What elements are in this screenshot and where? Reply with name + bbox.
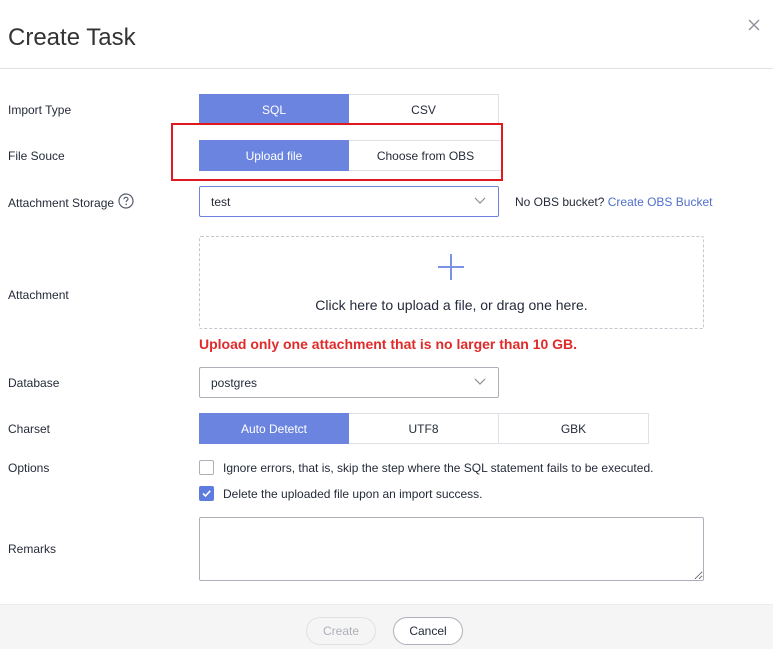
ignore-errors-checkbox[interactable] (199, 460, 214, 475)
charset-selector: Auto Detetct UTF8 GBK (199, 413, 649, 444)
close-icon[interactable] (745, 16, 763, 34)
options-label: Options (8, 461, 50, 475)
chevron-down-icon (474, 378, 486, 385)
database-value: postgres (211, 375, 258, 390)
delete-uploaded-file-text: Delete the uploaded file upon an import … (223, 486, 483, 501)
delete-uploaded-file-checkbox[interactable] (199, 486, 214, 501)
charset-utf8-option[interactable]: UTF8 (349, 413, 499, 444)
import-type-csv-option[interactable]: CSV (349, 94, 499, 125)
import-type-selector: SQL CSV (199, 94, 499, 125)
create-button[interactable]: Create (306, 617, 376, 645)
create-obs-bucket-link[interactable]: Create OBS Bucket (608, 195, 713, 209)
ignore-errors-option: Ignore errors, that is, skip the step wh… (199, 460, 653, 475)
upload-dropzone[interactable]: Click here to upload a file, or drag one… (199, 236, 704, 329)
attachment-label: Attachment (8, 288, 69, 302)
remarks-textarea[interactable] (199, 517, 704, 581)
ignore-errors-text: Ignore errors, that is, skip the step wh… (223, 460, 654, 475)
import-type-sql-option[interactable]: SQL (199, 94, 349, 125)
database-label: Database (8, 376, 60, 390)
dialog-title: Create Task (8, 24, 136, 51)
import-type-label: Import Type (8, 103, 72, 117)
upload-instruction: Click here to upload a file, or drag one… (315, 297, 588, 313)
help-icon[interactable] (118, 193, 134, 209)
chevron-down-icon (474, 197, 486, 204)
remarks-label: Remarks (8, 542, 57, 556)
attachment-storage-label: Attachment Storage (8, 196, 115, 210)
highlight-box (171, 123, 503, 181)
header-divider (0, 68, 773, 69)
dialog-footer (0, 604, 773, 649)
file-source-label: File Souce (8, 149, 65, 163)
attachment-storage-select[interactable]: test (199, 186, 499, 217)
charset-gbk-option[interactable]: GBK (499, 413, 649, 444)
upload-size-warning: Upload only one attachment that is no la… (199, 336, 578, 352)
charset-auto-detect-option[interactable]: Auto Detetct (199, 413, 349, 444)
cancel-button[interactable]: Cancel (393, 617, 463, 645)
attachment-storage-value: test (211, 194, 231, 209)
obs-note: No OBS bucket? Create OBS Bucket (515, 195, 712, 209)
check-icon (202, 490, 211, 498)
charset-label: Charset (8, 422, 51, 436)
plus-icon (438, 254, 464, 280)
obs-note-text: No OBS bucket? (515, 195, 605, 209)
delete-uploaded-file-option: Delete the uploaded file upon an import … (199, 486, 483, 501)
database-select[interactable]: postgres (199, 367, 499, 398)
